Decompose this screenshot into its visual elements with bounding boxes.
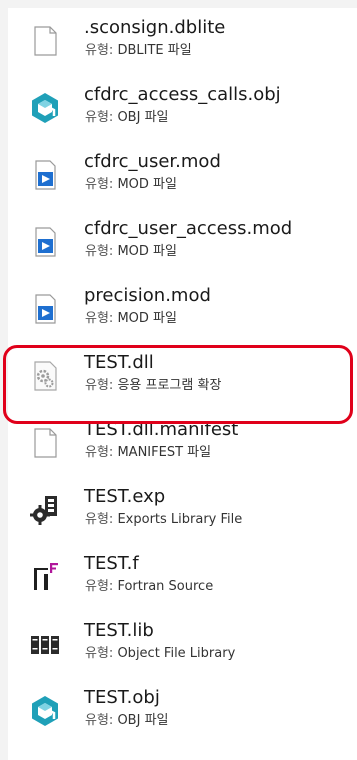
file-type: 유형: MOD 파일 — [85, 176, 177, 194]
file-item-cfdrc-user-access-mod[interactable]: cfdrc_user_access.mod 유형: MOD 파일 — [16, 209, 357, 275]
file-type: 유형: Object File Library — [85, 645, 235, 663]
mod-file-icon — [28, 225, 62, 259]
obj-3d-icon — [28, 91, 62, 125]
file-name: TEST.exp — [84, 486, 166, 507]
file-type-label: 유형: — [85, 445, 114, 460]
file-type-value: DBLITE 파일 — [117, 43, 192, 58]
file-name: TEST.lib — [84, 620, 154, 641]
file-type-value: MOD 파일 — [117, 244, 177, 259]
file-type-label: 유형: — [85, 512, 114, 527]
file-name: TEST.f — [84, 553, 139, 574]
file-type-label: 유형: — [85, 110, 114, 125]
file-type-label: 유형: — [85, 378, 114, 393]
file-list-panel: .sconsign.dblite 유형: DBLITE 파일 cfdrc_acc… — [8, 8, 357, 760]
file-type-label: 유형: — [85, 713, 114, 728]
file-type-label: 유형: — [85, 579, 114, 594]
file-type: 유형: OBJ 파일 — [85, 712, 169, 730]
file-type: 유형: Fortran Source — [85, 578, 213, 596]
blank-file-icon — [28, 426, 62, 460]
file-type: 유형: MOD 파일 — [85, 243, 177, 261]
file-name: cfdrc_user.mod — [84, 151, 221, 172]
file-name: TEST.dll.manifest — [84, 419, 239, 440]
mod-file-icon — [28, 158, 62, 192]
file-type-value: OBJ 파일 — [117, 713, 169, 728]
file-name: .sconsign.dblite — [84, 17, 226, 38]
file-type-label: 유형: — [85, 244, 114, 259]
blank-file-icon — [28, 24, 62, 58]
file-type-value: OBJ 파일 — [117, 110, 169, 125]
file-type-label: 유형: — [85, 177, 114, 192]
mod-file-icon — [28, 292, 62, 326]
file-item-sconsign-dblite[interactable]: .sconsign.dblite 유형: DBLITE 파일 — [16, 8, 357, 74]
dll-gear-file-icon — [28, 359, 62, 393]
file-type: 유형: OBJ 파일 — [85, 109, 169, 127]
file-name: TEST.obj — [84, 687, 160, 708]
file-type-label: 유형: — [85, 311, 114, 326]
file-item-test-dll-manifest[interactable]: TEST.dll.manifest 유형: MANIFEST 파일 — [16, 410, 357, 476]
exp-gear-icon — [28, 493, 62, 527]
file-name: cfdrc_user_access.mod — [84, 218, 293, 239]
file-item-precision-mod[interactable]: precision.mod 유형: MOD 파일 — [16, 276, 357, 342]
obj-3d-icon — [28, 694, 62, 728]
file-type-value: MOD 파일 — [117, 177, 177, 192]
file-type-value: MANIFEST 파일 — [117, 445, 212, 460]
file-item-test-obj[interactable]: TEST.obj 유형: OBJ 파일 — [16, 678, 357, 744]
file-type-label: 유형: — [85, 43, 114, 58]
file-type-value: Exports Library File — [117, 512, 243, 527]
file-type-value: Fortran Source — [117, 579, 214, 594]
file-item-test-lib[interactable]: TEST.lib 유형: Object File Library — [16, 611, 357, 677]
file-name: cfdrc_access_calls.obj — [84, 84, 281, 105]
file-item-test-dll[interactable]: TEST.dll 유형: 응용 프로그램 확장 — [16, 343, 357, 409]
file-name: precision.mod — [84, 285, 211, 306]
file-item-cfdrc-user-mod[interactable]: cfdrc_user.mod 유형: MOD 파일 — [16, 142, 357, 208]
fortran-file-icon — [28, 560, 62, 594]
file-type: 유형: Exports Library File — [85, 511, 242, 529]
file-type-value: 응용 프로그램 확장 — [117, 378, 222, 393]
file-type: 유형: 응용 프로그램 확장 — [85, 377, 221, 395]
file-item-cfdrc-access-calls-obj[interactable]: cfdrc_access_calls.obj 유형: OBJ 파일 — [16, 75, 357, 141]
file-type: 유형: MOD 파일 — [85, 310, 177, 328]
library-books-icon — [28, 627, 62, 661]
file-type-value: Object File Library — [117, 646, 236, 661]
file-type: 유형: DBLITE 파일 — [85, 42, 192, 60]
file-type-label: 유형: — [85, 646, 114, 661]
file-item-test-f[interactable]: TEST.f 유형: Fortran Source — [16, 544, 357, 610]
file-item-test-exp[interactable]: TEST.exp 유형: Exports Library File — [16, 477, 357, 543]
file-type: 유형: MANIFEST 파일 — [85, 444, 211, 462]
file-type-value: MOD 파일 — [117, 311, 177, 326]
file-name: TEST.dll — [84, 352, 154, 373]
